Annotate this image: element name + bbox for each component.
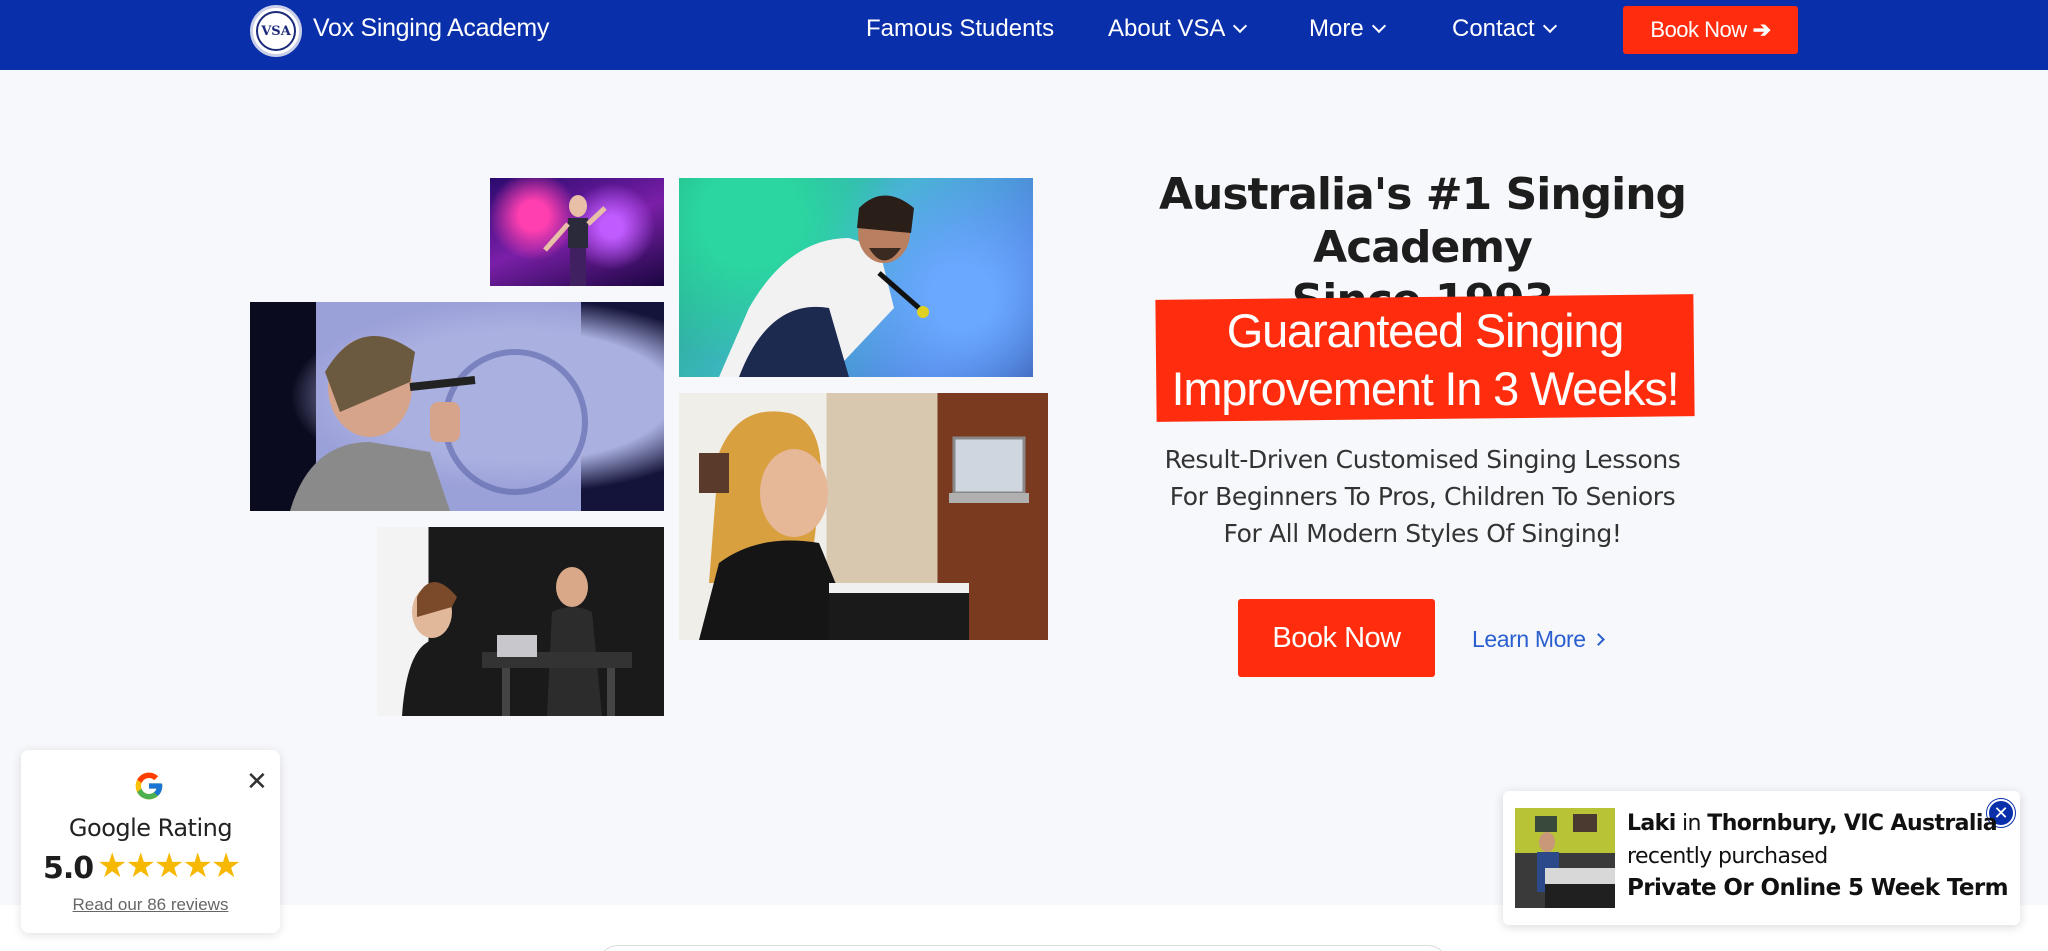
subtitle-line3: For All Modern Styles Of Singing! — [1223, 519, 1622, 548]
chevron-down-icon — [1542, 18, 1557, 34]
hero-title-line1: Australia's #1 Singing Academy — [1158, 169, 1687, 273]
buyer-name: Laki — [1627, 811, 1676, 836]
nav-famous-students[interactable]: Famous Students — [866, 15, 1054, 43]
nav-more[interactable]: More — [1309, 15, 1386, 43]
top-nav: VSA Vox Singing Academy Famous Students … — [0, 0, 2048, 70]
nav-book-now-button[interactable]: Book Now ➔ — [1623, 6, 1798, 54]
student-singer-silhouette — [290, 336, 588, 511]
banner-line2: Improvement In 3 Weeks! — [1171, 362, 1679, 415]
buyer-location: Thornbury, VIC Australia — [1707, 811, 1998, 836]
brand-name[interactable]: Vox Singing Academy — [313, 14, 549, 43]
rating-score: 5.0 — [43, 851, 94, 886]
male-singer-photo — [679, 178, 1033, 377]
nav-link-label: More — [1309, 15, 1364, 42]
notification-product[interactable]: Private Or Online 5 Week Term — [1627, 875, 2009, 901]
notification-action: recently purchased — [1627, 844, 1828, 869]
male-singer-silhouette — [719, 195, 929, 377]
teacher-piano-lesson-photo — [679, 393, 1048, 640]
learn-more-label: Learn More — [1472, 626, 1586, 652]
nav-about-vsa[interactable]: About VSA — [1108, 15, 1248, 43]
google-rating-title: Google Rating — [68, 814, 233, 842]
vsa-student-singing-photo — [250, 302, 664, 511]
close-icon[interactable]: ✕ — [246, 768, 268, 794]
piano-lesson-scene — [699, 411, 1029, 640]
in-word: in — [1675, 811, 1708, 836]
studio-keyboard-lesson-photo — [377, 527, 664, 716]
read-reviews-link[interactable]: Read our 86 reviews — [21, 895, 280, 915]
star-rating-icons: ★★★★★ — [97, 847, 241, 885]
chevron-down-icon — [1371, 18, 1386, 34]
chevron-right-icon — [1591, 633, 1605, 646]
arrow-right-icon: ➔ — [1752, 17, 1771, 42]
nav-link-label: Contact — [1452, 15, 1535, 42]
nav-link-label: Famous Students — [866, 15, 1055, 42]
hero-subtitle: Result-Driven Customised Singing Lessons… — [1110, 441, 1735, 552]
subtitle-line1: Result-Driven Customised Singing Lessons — [1164, 445, 1681, 474]
banner-line1: Guaranteed Singing — [1226, 304, 1625, 357]
google-g-icon — [135, 772, 163, 800]
vsa-logo[interactable]: VSA — [250, 5, 302, 57]
notification-headline: Laki in Thornbury, VIC Australia — [1627, 811, 1998, 836]
subtitle-line2: For Beginners To Pros, Children To Senio… — [1169, 482, 1676, 511]
nav-link-label: About VSA — [1108, 15, 1226, 42]
student-piano-thumbnail — [1535, 814, 1615, 908]
guarantee-banner-text: Guaranteed Singing Improvement In 3 Week… — [1140, 302, 1710, 418]
logo-monogram: VSA — [256, 11, 296, 51]
purchase-notification[interactable]: ✕ Laki in Thornbury, VIC Australia recen… — [1503, 791, 2020, 925]
studio-lesson-scene — [402, 567, 632, 716]
notification-thumbnail — [1515, 808, 1615, 908]
nav-book-label: Book Now — [1650, 17, 1747, 42]
hero-book-now-button[interactable]: Book Now — [1238, 599, 1435, 677]
learn-more-link[interactable]: Learn More — [1472, 626, 1605, 653]
performer-silhouette — [543, 195, 607, 286]
performer-stage-photo — [490, 178, 664, 286]
chevron-down-icon — [1233, 18, 1248, 34]
google-rating-widget[interactable]: ✕ Google Rating 5.0 ★★★★★ Read our 86 re… — [21, 750, 280, 933]
next-section-card — [598, 945, 1448, 951]
nav-contact[interactable]: Contact — [1452, 15, 1557, 43]
